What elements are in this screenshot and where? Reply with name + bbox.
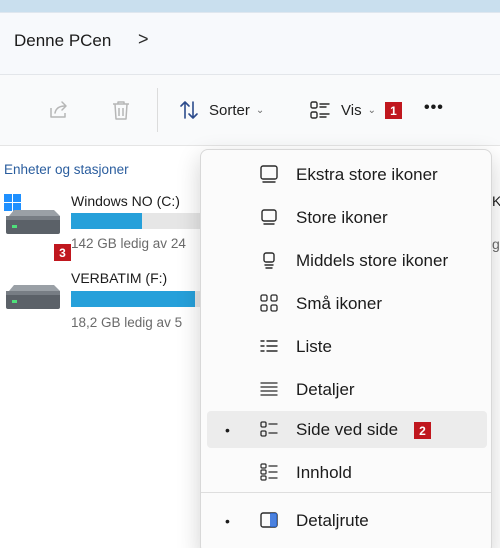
drive-c-usage-bar — [71, 213, 200, 229]
sort-button[interactable]: Sorter ⌄ — [178, 99, 264, 121]
section-devices-and-drives[interactable]: Enheter og stasjoner — [4, 162, 129, 177]
menu-item-label: Middels store ikoner — [296, 251, 449, 270]
menu-item-details[interactable]: Detaljer — [207, 371, 487, 408]
drive-c-tile-icon[interactable] — [4, 190, 62, 242]
menu-item-label: Store ikoner — [296, 208, 388, 227]
menu-item-content[interactable]: Innhold — [207, 454, 487, 491]
view-button[interactable]: Vis ⌄ — [309, 99, 376, 121]
share-icon[interactable] — [44, 95, 74, 125]
annotation-badge-3: 3 — [54, 244, 71, 261]
cut-off-toolbar-icon[interactable] — [0, 95, 6, 119]
menu-item-label: Detaljer — [296, 380, 355, 399]
medium-icons-icon — [259, 250, 279, 270]
drive-f-tile-icon[interactable] — [4, 282, 62, 322]
extra-large-icons-icon — [259, 164, 279, 184]
selected-bullet-icon: • — [225, 513, 230, 529]
sort-chevron-down-icon: ⌄ — [255, 104, 265, 116]
right-drive-free-peek: g — [492, 236, 500, 252]
toolbar-separator — [157, 88, 158, 132]
drive-c-free-space: 142 GB ledig av 24 — [71, 236, 186, 251]
view-icon — [309, 99, 331, 121]
menu-item-label: Ekstra store ikoner — [296, 165, 438, 184]
small-icons-icon — [259, 293, 279, 313]
menu-item-label: Liste — [296, 337, 332, 356]
more-options-icon[interactable]: ••• — [424, 99, 444, 117]
menu-separator — [201, 492, 491, 493]
details-pane-icon — [259, 510, 279, 530]
menu-item-details-pane[interactable]: • Detaljrute — [207, 502, 487, 539]
menu-item-label: Detaljrute — [296, 511, 369, 530]
menu-item-label: Side ved side — [296, 420, 399, 439]
window-title-strip — [0, 0, 500, 12]
drive-f-free-space: 18,2 GB ledig av 5 — [71, 315, 183, 330]
tiles-icon — [259, 419, 279, 439]
menu-item-large-icons[interactable]: Store ikoner — [207, 199, 487, 236]
list-icon — [259, 336, 279, 356]
delete-icon[interactable] — [106, 95, 136, 125]
menu-item-extra-large-icons[interactable]: Ekstra store ikoner — [207, 156, 487, 193]
content-icon — [259, 462, 279, 482]
menu-item-medium-icons[interactable]: Middels store ikoner — [207, 242, 487, 279]
menu-item-label: Innhold — [296, 463, 352, 482]
drive-f-usage-fill — [71, 291, 195, 307]
sort-label: Sorter — [209, 101, 250, 119]
sort-icon — [178, 99, 200, 121]
right-drive-name-peek: K — [492, 193, 500, 209]
drive-f-name[interactable]: VERBATIM (F:) — [71, 270, 167, 286]
annotation-badge-2: 2 — [414, 422, 431, 439]
selected-bullet-icon: • — [225, 422, 230, 438]
details-icon — [259, 379, 279, 399]
menu-item-label: Små ikoner — [296, 294, 382, 313]
view-label: Vis — [341, 101, 362, 119]
breadcrumb-this-pc[interactable]: Denne PCen — [14, 31, 111, 51]
command-bar: Sorter ⌄ Vis ⌄ 1 ••• — [0, 75, 500, 145]
menu-item-list[interactable]: Liste — [207, 328, 487, 365]
drive-c-usage-fill — [71, 213, 142, 229]
breadcrumb-chevron-icon[interactable]: > — [138, 29, 149, 50]
annotation-badge-1: 1 — [385, 102, 402, 119]
view-dropdown-menu: Ekstra store ikoner Store ikoner Middels… — [200, 149, 492, 548]
view-chevron-down-icon: ⌄ — [367, 104, 376, 116]
menu-item-tiles[interactable]: • Side ved side 2 — [207, 411, 487, 448]
menu-item-small-icons[interactable]: Små ikoner — [207, 285, 487, 322]
drive-f-usage-bar — [71, 291, 200, 307]
drive-c-name[interactable]: Windows NO (C:) — [71, 193, 180, 209]
large-icons-icon — [259, 207, 279, 227]
